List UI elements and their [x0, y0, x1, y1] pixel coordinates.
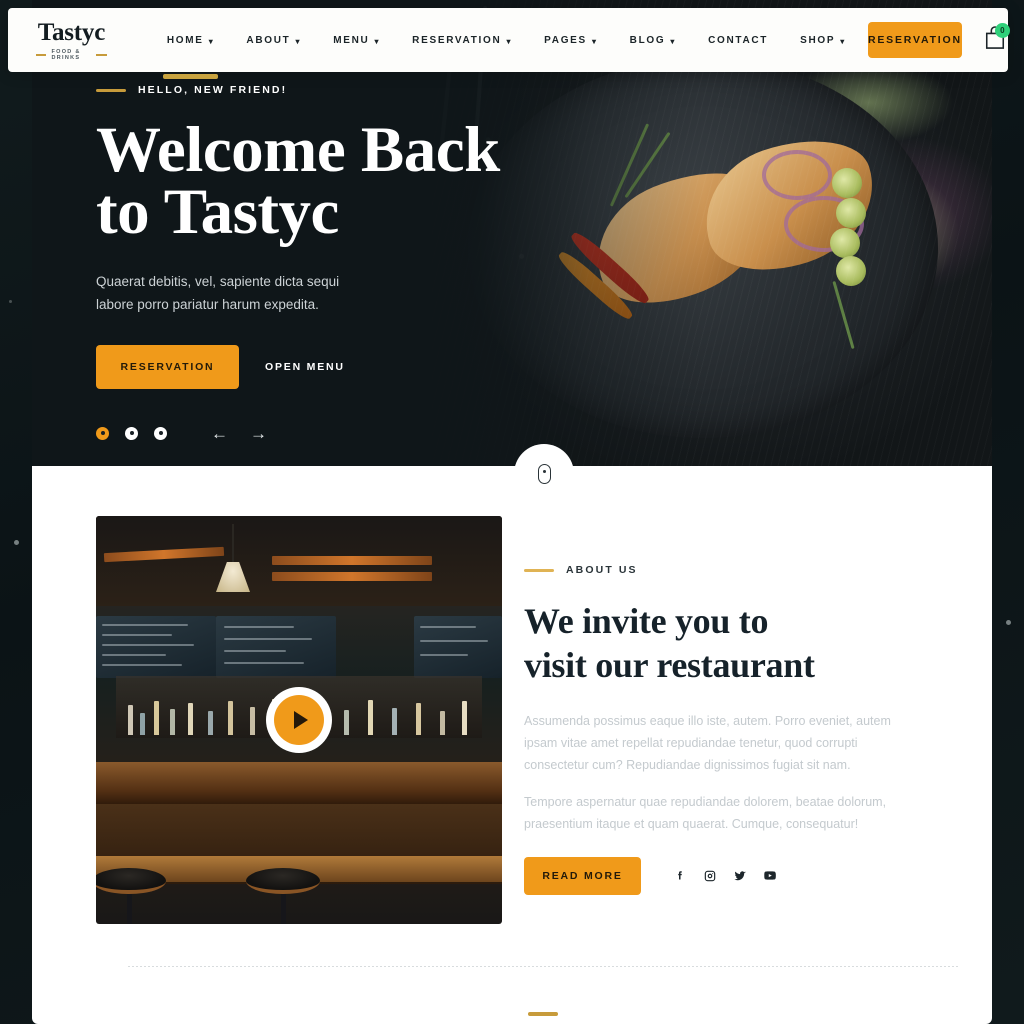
- site-header: Tastyc FOOD & DRINKS HOME ▾ ABOUT ▾ MENU…: [8, 8, 1010, 79]
- section-divider: [128, 966, 960, 967]
- about-eyebrow-label: ABOUT US: [566, 564, 638, 576]
- nav-item-menu[interactable]: MENU ▾: [317, 8, 396, 72]
- nav-item-contact[interactable]: CONTACT: [692, 8, 784, 72]
- about-title: We invite you to visit our restaurant: [524, 600, 928, 688]
- hero-actions: RESERVATION OPEN MENU: [96, 344, 566, 389]
- nav-item-shop-label: SHOP: [800, 34, 836, 46]
- nav-item-pages[interactable]: PAGES ▾: [528, 8, 614, 72]
- nav-item-about-label: ABOUT: [246, 34, 291, 46]
- hero-eyebrow-label: HELLO, NEW FRIEND!: [138, 84, 288, 96]
- hero-reservation-button[interactable]: RESERVATION: [96, 344, 239, 389]
- carousel-next-arrow-icon[interactable]: →: [250, 425, 267, 442]
- cart-count-badge: 0: [994, 23, 1010, 38]
- chevron-down-icon: ▾: [840, 36, 846, 46]
- nav-item-menu-label: MENU: [333, 34, 370, 46]
- hero-eyebrow: HELLO, NEW FRIEND!: [96, 84, 566, 96]
- nav-item-home-label: HOME: [166, 34, 204, 46]
- logo-tagline: FOOD & DRINKS: [51, 48, 81, 61]
- about-paragraph-1: Assumenda possimus eaque illo iste, aute…: [524, 713, 891, 773]
- hero-carousel-controls: ← →: [96, 425, 566, 442]
- read-more-button[interactable]: READ MORE: [524, 857, 641, 896]
- about-paragraph-2: Tempore aspernatur quae repudiandae dolo…: [524, 794, 887, 831]
- nav-item-blog[interactable]: BLOG ▾: [614, 8, 692, 72]
- chevron-down-icon: ▾: [591, 36, 598, 46]
- nav-item-reservation-label: RESERVATION: [412, 34, 502, 46]
- chevron-down-icon: ▾: [208, 36, 215, 46]
- carousel-dot-1[interactable]: [96, 426, 109, 440]
- hero-open-menu-link[interactable]: OPEN MENU: [265, 361, 345, 373]
- hero-paragraph: Quaerat debitis, vel, sapiente dicta seq…: [96, 273, 340, 313]
- cart-button[interactable]: 0: [984, 23, 1010, 54]
- social-links: [673, 869, 777, 883]
- about-eyebrow: ABOUT US: [524, 564, 928, 576]
- about-video-thumbnail[interactable]: [96, 516, 502, 924]
- eyebrow-dash-icon: [96, 88, 126, 92]
- nav-item-blog-label: BLOG: [629, 34, 666, 46]
- main-nav: HOME ▾ ABOUT ▾ MENU ▾ RESERVATION ▾ PAGE…: [151, 8, 862, 79]
- about-title-line-2: visit our restaurant: [524, 644, 815, 685]
- instagram-icon[interactable]: [703, 869, 717, 883]
- nav-item-home[interactable]: HOME ▾: [151, 8, 231, 79]
- nav-item-shop[interactable]: SHOP ▾: [784, 8, 862, 72]
- nav-item-contact-label: CONTACT: [708, 34, 769, 46]
- carousel-dot-2[interactable]: [125, 426, 138, 440]
- facebook-icon[interactable]: [673, 869, 687, 883]
- hero-title-line-2: to Tastyc: [96, 175, 339, 248]
- logo-rule-left: [36, 53, 47, 56]
- site-logo[interactable]: Tastyc FOOD & DRINKS: [36, 20, 107, 61]
- logo-rule-right: [96, 53, 107, 56]
- nav-item-reservation[interactable]: RESERVATION ▾: [396, 8, 528, 72]
- header-reservation-button[interactable]: RESERVATION: [867, 22, 962, 58]
- twitter-icon[interactable]: [733, 869, 747, 883]
- nav-item-pages-label: PAGES: [544, 34, 587, 46]
- carousel-prev-arrow-icon[interactable]: ←: [211, 425, 228, 442]
- about-title-line-1: We invite you to: [524, 601, 769, 641]
- logo-name: Tastyc: [37, 18, 106, 46]
- carousel-dot-3[interactable]: [154, 426, 167, 440]
- about-section: ABOUT US We invite you to visit our rest…: [32, 466, 992, 924]
- play-icon: [274, 695, 324, 745]
- chevron-down-icon: ▾: [295, 36, 302, 46]
- about-eyebrow-dash-icon: [524, 568, 554, 572]
- chevron-down-icon: ▾: [374, 36, 381, 46]
- chevron-down-icon: ▾: [506, 36, 513, 46]
- scroll-down-mouse-icon[interactable]: [514, 444, 574, 504]
- nav-item-about[interactable]: ABOUT ▾: [230, 8, 317, 72]
- play-video-button[interactable]: [266, 687, 332, 753]
- hero-content: HELLO, NEW FRIEND! Welcome Back to Tasty…: [96, 84, 566, 442]
- content-shell: HELLO, NEW FRIEND! Welcome Back to Tasty…: [32, 0, 992, 1024]
- next-section-dash-icon: [528, 1012, 558, 1016]
- about-actions: READ MORE: [524, 857, 928, 896]
- hero-title: Welcome Back to Tastyc: [96, 118, 566, 245]
- youtube-icon[interactable]: [763, 869, 777, 883]
- about-text-column: ABOUT US We invite you to visit our rest…: [524, 516, 928, 924]
- chevron-down-icon: ▾: [670, 36, 677, 46]
